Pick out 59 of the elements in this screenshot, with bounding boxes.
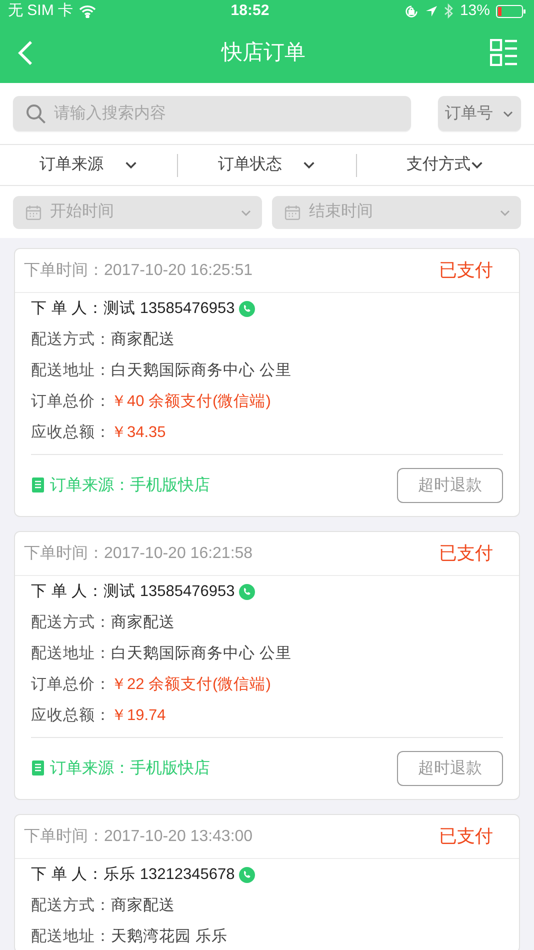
field-label: 下 单 人： [31,582,104,602]
field-value: ￥40 余额支付(微信端) [111,392,271,412]
search-field[interactable]: 请输入搜索内容 [13,96,411,131]
search-type-dropdown[interactable]: 订单号 [438,96,521,131]
field-value: 测试 13585476953 [104,298,235,319]
carrier-label: 无 SIM 卡 [8,0,74,21]
field-value: 测试 13585476953 [104,582,235,602]
order-status: 已支付 [439,825,493,848]
menu-button[interactable] [490,39,517,66]
field-value: 商家配送 [111,612,175,633]
field-value: 商家配送 [111,896,175,916]
field-label: 应收总额： [31,706,111,726]
document-icon [31,760,46,777]
field-value: 白天鹅国际商务中心 公里 [111,644,292,664]
bluetooth-icon [444,3,454,19]
field-label: 下 单 人： [31,864,104,885]
field-label: 配送地址： [31,644,111,664]
field-label: 配送方式： [31,330,111,350]
field-label: 应收总额： [31,422,111,443]
field-value: 商家配送 [111,330,175,350]
field-value: ￥34.35 [111,422,166,443]
date-picker[interactable]: 结束时间 [272,196,521,228]
phone-icon[interactable] [238,866,255,882]
calendar-icon [284,204,301,220]
wifi-icon [79,4,96,18]
order-time: 下单时间：2017-10-20 16:21:58 [24,544,253,564]
filter-dropdown[interactable]: 订单来源 [0,153,178,177]
field-label: 配送地址： [31,926,111,947]
battery-percent: 13% [460,0,490,21]
field-value: ￥22 余额支付(微信端) [111,674,271,695]
order-source: 订单来源：手机版快店 [50,758,210,778]
date-picker[interactable]: 开始时间 [13,196,262,228]
order-status: 已支付 [439,259,493,282]
calendar-icon [25,204,42,220]
filter-dropdown[interactable]: 支付方式 [356,153,534,177]
field-value: ￥19.74 [111,706,166,726]
filter-dropdown[interactable]: 订单状态 [178,153,356,177]
field-label: 配送地址： [31,360,111,381]
order-status: 已支付 [439,542,493,565]
rotation-lock-icon [404,4,419,18]
field-label: 配送方式： [31,896,111,916]
phone-icon[interactable] [238,584,255,600]
field-label: 下 单 人： [31,298,104,319]
page-title: 快店订单 [222,40,306,66]
document-icon [31,477,46,494]
field-value: 乐乐 13212345678 [104,864,235,885]
clock-time: 18:52 [230,0,270,21]
location-arrow-icon [424,4,438,18]
field-label: 订单总价： [31,674,111,695]
field-label: 配送方式： [31,612,111,633]
search-icon [26,104,46,124]
phone-icon[interactable] [238,300,255,316]
field-value: 白天鹅国际商务中心 公里 [111,360,292,381]
order-time: 下单时间：2017-10-20 16:25:51 [24,260,253,280]
field-value: 天鹅湾花园 乐乐 [111,926,228,947]
order-source: 订单来源：手机版快店 [50,476,210,496]
battery-icon [496,4,526,18]
order-time: 下单时间：2017-10-20 13:43:00 [24,826,253,846]
field-label: 订单总价： [31,392,111,412]
